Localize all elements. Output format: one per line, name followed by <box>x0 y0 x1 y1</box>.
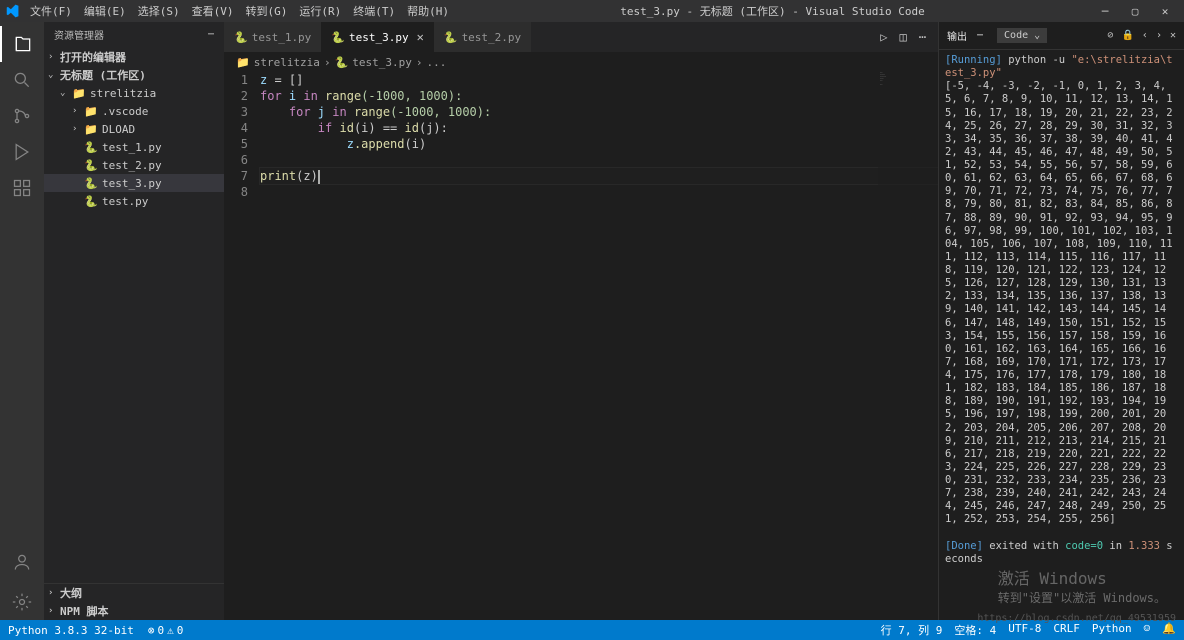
tab-test3[interactable]: 🐍 test_3.py ✕ <box>321 22 434 52</box>
activity-settings-icon[interactable] <box>0 584 44 620</box>
output-panel: 输出 ⋯ Code ⌄ ⊘ 🔒 ‹ › ✕ [Running] python -… <box>938 22 1184 620</box>
window-close-icon[interactable]: ✕ <box>1150 5 1180 18</box>
chevron-right-icon: › <box>72 124 84 134</box>
panel-tab-output[interactable]: 输出 <box>947 28 967 43</box>
panel-prev-icon[interactable]: ‹ <box>1142 30 1148 41</box>
menu-terminal[interactable]: 终端(T) <box>347 3 401 19</box>
file-test1[interactable]: 🐍 test_1.py <box>44 138 224 156</box>
tab-test1[interactable]: 🐍 test_1.py <box>224 22 321 52</box>
panel-more-icon[interactable]: ⋯ <box>977 30 983 41</box>
status-python[interactable]: Python 3.8.3 32-bit <box>8 624 134 637</box>
folder-icon: 📁 <box>236 56 250 69</box>
menu-goto[interactable]: 转到(G) <box>240 3 294 19</box>
vscode-logo-icon <box>4 3 20 19</box>
status-indent[interactable]: 空格: 4 <box>954 622 996 638</box>
output-text[interactable]: [Running] python -u "e:\strelitzia\test_… <box>939 50 1184 620</box>
python-file-icon: 🐍 <box>335 56 349 69</box>
folder-icon: 📁 <box>72 87 86 100</box>
status-notifications-icon[interactable]: 🔔 <box>1162 622 1176 638</box>
panel-tab-bar: 输出 ⋯ Code ⌄ ⊘ 🔒 ‹ › ✕ <box>939 22 1184 50</box>
line-number-gutter: 1 2 3 4 5 6 7 8 <box>224 72 260 620</box>
npm-section[interactable]: › NPM 脚本 <box>44 602 224 620</box>
workspace-section[interactable]: ⌄ 无标题 (工作区) <box>44 66 224 84</box>
breadcrumb[interactable]: 📁 strelitzia › 🐍 test_3.py › ... <box>224 52 938 72</box>
menu-file[interactable]: 文件(F) <box>24 3 78 19</box>
chevron-right-icon: › <box>324 56 331 69</box>
run-icon[interactable]: ▷ <box>880 30 887 44</box>
lock-scroll-icon[interactable]: 🔒 <box>1121 30 1133 41</box>
python-file-icon: 🐍 <box>444 31 458 44</box>
panel-next-icon[interactable]: › <box>1156 30 1162 41</box>
file-test3[interactable]: 🐍 test_3.py <box>44 174 224 192</box>
split-editor-icon[interactable]: ◫ <box>900 30 907 44</box>
sidebar-title: 资源管理器 <box>54 27 104 42</box>
chevron-right-icon: › <box>48 52 60 62</box>
activity-debug-icon[interactable] <box>0 134 44 170</box>
python-file-icon: 🐍 <box>234 31 248 44</box>
sidebar-header: 资源管理器 ⋯ <box>44 22 224 46</box>
python-file-icon: 🐍 <box>84 159 98 172</box>
chevron-right-icon: › <box>48 606 60 616</box>
window-title: test_3.py - 无标题 (工作区) - Visual Studio Co… <box>455 3 1090 19</box>
tab-bar: 🐍 test_1.py 🐍 test_3.py ✕ 🐍 test_2.py ▷ … <box>224 22 938 52</box>
status-cursor-pos[interactable]: 行 7, 列 9 <box>881 622 943 638</box>
code-content[interactable]: z = [] for i in range(-1000, 1000): for … <box>260 72 938 620</box>
file-test[interactable]: 🐍 test.py <box>44 192 224 210</box>
python-file-icon: 🐍 <box>84 177 98 190</box>
chevron-right-icon: › <box>48 588 60 598</box>
activity-bar <box>0 22 44 620</box>
python-file-icon: 🐍 <box>84 141 98 154</box>
chevron-right-icon: › <box>72 106 84 116</box>
status-language[interactable]: Python <box>1092 622 1132 638</box>
folder-dload[interactable]: › 📁 DLOAD <box>44 120 224 138</box>
window-minimize-icon[interactable]: ─ <box>1090 5 1120 18</box>
status-eol[interactable]: CRLF <box>1053 622 1080 638</box>
minimap[interactable]: ▬▬▬▬▬▬▬▬▬▬▬▬▬▬▬▬▬▬ <box>878 72 938 620</box>
sidebar: 资源管理器 ⋯ › 打开的编辑器 ⌄ 无标题 (工作区) ⌄ 📁 strelit… <box>44 22 224 620</box>
menu-view[interactable]: 查看(V) <box>186 3 240 19</box>
status-bar: Python 3.8.3 32-bit ⊗0 ⚠0 行 7, 列 9 空格: 4… <box>0 620 1184 640</box>
chevron-down-icon: ⌄ <box>60 88 72 98</box>
folder-vscode[interactable]: › 📁 .vscode <box>44 102 224 120</box>
status-feedback-icon[interactable]: ☺ <box>1144 622 1151 638</box>
menu-select[interactable]: 选择(S) <box>132 3 186 19</box>
editor-area: 🐍 test_1.py 🐍 test_3.py ✕ 🐍 test_2.py ▷ … <box>224 22 938 620</box>
tab-test2[interactable]: 🐍 test_2.py <box>434 22 531 52</box>
panel-close-icon[interactable]: ✕ <box>1170 30 1176 41</box>
sidebar-more-icon[interactable]: ⋯ <box>208 29 214 40</box>
editor-body[interactable]: 1 2 3 4 5 6 7 8 z = [] for i in range(-1… <box>224 72 938 620</box>
file-test2[interactable]: 🐍 test_2.py <box>44 156 224 174</box>
close-tab-icon[interactable]: ✕ <box>417 30 424 44</box>
title-bar: 文件(F) 编辑(E) 选择(S) 查看(V) 转到(G) 运行(R) 终端(T… <box>0 0 1184 22</box>
python-file-icon: 🐍 <box>84 195 98 208</box>
status-encoding[interactable]: UTF-8 <box>1008 622 1041 638</box>
output-channel-dropdown[interactable]: Code ⌄ <box>997 28 1047 43</box>
clear-output-icon[interactable]: ⊘ <box>1107 30 1113 41</box>
menu-run[interactable]: 运行(R) <box>293 3 347 19</box>
window-maximize-icon[interactable]: ▢ <box>1120 5 1150 18</box>
chevron-right-icon: › <box>416 56 423 69</box>
activity-extensions-icon[interactable] <box>0 170 44 206</box>
activity-search-icon[interactable] <box>0 62 44 98</box>
menu-help[interactable]: 帮助(H) <box>401 3 455 19</box>
folder-strelitzia[interactable]: ⌄ 📁 strelitzia <box>44 84 224 102</box>
outline-section[interactable]: › 大纲 <box>44 584 224 602</box>
folder-icon: 📁 <box>84 105 98 118</box>
activity-explorer-icon[interactable] <box>0 26 44 62</box>
more-icon[interactable]: ⋯ <box>919 30 926 44</box>
error-icon: ⊗ <box>148 624 155 637</box>
python-file-icon: 🐍 <box>331 31 345 44</box>
warning-icon: ⚠ <box>167 624 174 637</box>
status-problems[interactable]: ⊗0 ⚠0 <box>148 624 184 637</box>
activity-account-icon[interactable] <box>0 544 44 580</box>
activity-scm-icon[interactable] <box>0 98 44 134</box>
chevron-down-icon: ⌄ <box>48 70 60 80</box>
text-cursor <box>318 170 320 184</box>
open-editors-section[interactable]: › 打开的编辑器 <box>44 48 224 66</box>
menu-edit[interactable]: 编辑(E) <box>78 3 132 19</box>
folder-icon: 📁 <box>84 123 98 136</box>
